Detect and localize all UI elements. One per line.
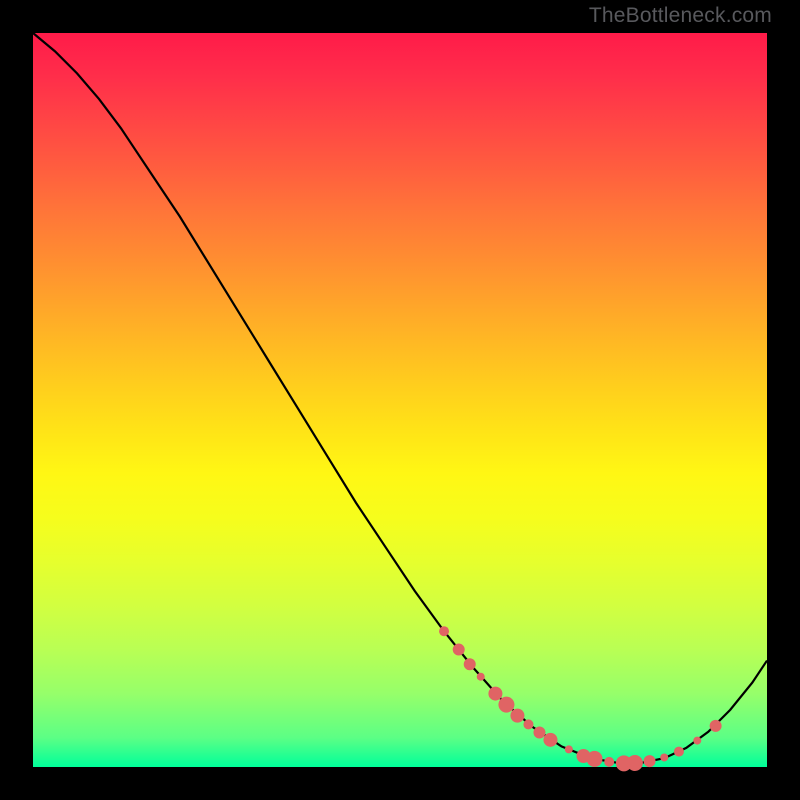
data-dot bbox=[543, 733, 557, 747]
data-dot bbox=[453, 644, 465, 656]
data-dots-group bbox=[439, 626, 722, 771]
data-dot bbox=[477, 673, 485, 681]
data-dot bbox=[644, 755, 656, 767]
curve-layer bbox=[0, 0, 800, 800]
data-dot bbox=[693, 737, 701, 745]
data-dot bbox=[587, 751, 603, 767]
bottleneck-curve bbox=[33, 33, 767, 763]
data-dot bbox=[660, 753, 668, 761]
data-dot bbox=[488, 687, 502, 701]
data-dot bbox=[533, 727, 545, 739]
data-dot bbox=[674, 747, 684, 757]
data-dot bbox=[604, 757, 614, 767]
data-dot bbox=[510, 709, 524, 723]
data-dot bbox=[523, 719, 533, 729]
data-dot bbox=[627, 755, 643, 771]
data-dot bbox=[710, 720, 722, 732]
data-dot bbox=[565, 745, 573, 753]
data-dot bbox=[498, 697, 514, 713]
data-dot bbox=[439, 626, 449, 636]
bottleneck-chart: TheBottleneck.com bbox=[0, 0, 800, 800]
data-dot bbox=[464, 658, 476, 670]
